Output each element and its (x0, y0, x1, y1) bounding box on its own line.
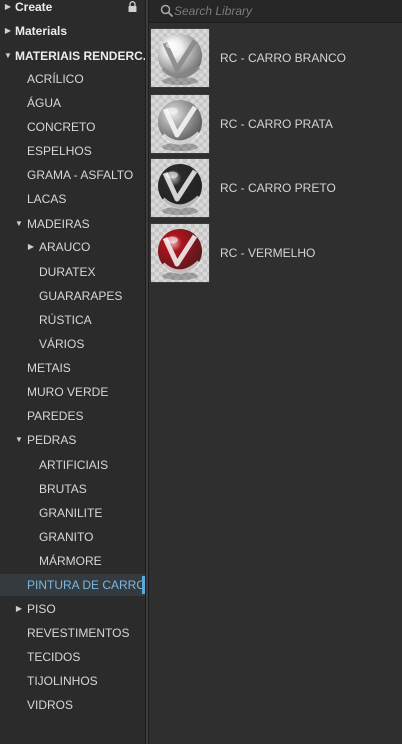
tree-item-label: CONCRETO (27, 120, 96, 134)
material-thumbnail[interactable] (150, 158, 210, 218)
tree-item-acrilico[interactable]: ACRÍLICO (0, 68, 145, 90)
material-name: RC - CARRO PRETO (220, 181, 336, 195)
tree-item-label: ARAUCO (39, 240, 91, 254)
search-icon (160, 4, 174, 18)
tree-item-label: BRUTAS (39, 482, 87, 496)
tree-item-label: GRANITO (39, 530, 94, 544)
material-item[interactable]: RC - CARRO BRANCO (149, 28, 402, 90)
tree-item-espelhos[interactable]: ESPELHOS (0, 140, 145, 162)
silver-car-paint-sphere-icon (151, 95, 209, 153)
tree-item-label: TIJOLINHOS (27, 674, 98, 688)
tree-item-rustica[interactable]: RÚSTICA (0, 309, 145, 331)
material-library-panel: RC - CARRO BRANCO RC - CARRO PRATA RC - CA… (149, 0, 402, 744)
tree-item-label: PEDRAS (27, 433, 77, 447)
material-name: RC - CARRO PRATA (220, 117, 333, 131)
tree-item-brutas[interactable]: BRUTAS (0, 478, 145, 500)
tree-item-label: ACRÍLICO (27, 72, 84, 86)
tree-item-guararapes[interactable]: GUARARAPES (0, 285, 145, 307)
tree-item-label: ESPELHOS (27, 144, 92, 158)
material-item[interactable]: RC - VERMELHO (149, 223, 402, 285)
lock-icon (128, 1, 137, 12)
black-car-paint-sphere-icon (151, 159, 209, 217)
tree-item-agua[interactable]: ÁGUA (0, 92, 145, 114)
tree-item-grama-asfalto[interactable]: GRAMA - ASFALTO (0, 164, 145, 186)
tree-item-pedras[interactable]: ▼ PEDRAS (0, 429, 145, 451)
material-item[interactable]: RC - CARRO PRETO (149, 158, 402, 220)
material-item[interactable]: RC - CARRO PRATA (149, 94, 402, 156)
search-input[interactable] (174, 2, 374, 20)
tree-item-granito[interactable]: GRANITO (0, 526, 145, 548)
tree-item-label: ÁGUA (27, 96, 62, 110)
expand-arrow-icon[interactable]: ▶ (3, 0, 13, 18)
tree-item-label: MÁRMORE (39, 554, 102, 568)
tree-item-label: MURO VERDE (27, 385, 109, 399)
tree-item-label: MATERIAIS RENDERC... (15, 49, 145, 63)
material-name: RC - VERMELHO (220, 246, 316, 260)
tree-item-label: REVESTIMENTOS (27, 626, 130, 640)
tree-item-paredes[interactable]: PAREDES (0, 405, 145, 427)
tree-item-label: PISO (27, 602, 56, 616)
tree-item-label: DURATEX (39, 265, 96, 279)
tree-item-revestimentos[interactable]: REVESTIMENTOS (0, 622, 145, 644)
white-car-paint-sphere-icon (151, 29, 209, 87)
tree-item-madeiras[interactable]: ▼ MADEIRAS (0, 213, 145, 235)
library-tree-panel: ▶ Create ▶ Materials ▼ MATERIAIS RENDERC... AC… (0, 0, 145, 744)
tree-item-marmore[interactable]: MÁRMORE (0, 550, 145, 572)
material-name: RC - CARRO BRANCO (220, 51, 347, 65)
tree-item-lacas[interactable]: LACAS (0, 188, 145, 210)
collapse-arrow-icon[interactable]: ▼ (14, 429, 24, 451)
tree-item-tecidos[interactable]: TECIDOS (0, 646, 145, 668)
tree-item-metais[interactable]: METAIS (0, 357, 145, 379)
tree-item-artificiais[interactable]: ARTIFICIAIS (0, 454, 145, 476)
tree-item-piso[interactable]: ▶ PISO (0, 598, 145, 620)
tree-item-muro-verde[interactable]: MURO VERDE (0, 381, 145, 403)
tree-item-label: GUARARAPES (39, 289, 123, 303)
tree-item-label: GRANILITE (39, 506, 103, 520)
tree-item-granilite[interactable]: GRANILITE (0, 502, 145, 524)
collapse-arrow-icon[interactable]: ▼ (3, 45, 13, 67)
tree-item-label: VIDROS (27, 698, 74, 712)
tree-item-label: ARTIFICIAIS (39, 458, 109, 472)
tree-item-label: Materials (15, 24, 68, 38)
tree-item-create[interactable]: ▶ Create (0, 0, 145, 18)
tree-item-label: PAREDES (27, 409, 84, 423)
tree-item-varios[interactable]: VÁRIOS (0, 333, 145, 355)
search-bar (149, 0, 402, 23)
tree-item-label: Create (15, 0, 53, 14)
tree-item-arauco[interactable]: ▶ ARAUCO (0, 236, 145, 258)
tree-item-materials[interactable]: ▶ Materials (0, 20, 145, 42)
tree-item-concreto[interactable]: CONCRETO (0, 116, 145, 138)
tree-item-label: TECIDOS (27, 650, 81, 664)
tree-item-label: VÁRIOS (39, 337, 85, 351)
tree-item-tijolinhos[interactable]: TIJOLINHOS (0, 670, 145, 692)
tree-item-label: PINTURA DE CARRO (27, 578, 145, 592)
tree-item-vidros[interactable]: VIDROS (0, 694, 145, 716)
material-thumbnail[interactable] (150, 94, 210, 154)
tree-item-duratex[interactable]: DURATEX (0, 261, 145, 283)
expand-arrow-icon[interactable]: ▶ (26, 236, 36, 258)
tree-item-label: GRAMA - ASFALTO (27, 168, 134, 182)
red-car-paint-sphere-icon (151, 224, 209, 282)
expand-arrow-icon[interactable]: ▶ (3, 20, 13, 42)
material-thumbnail[interactable] (150, 28, 210, 88)
tree-item-label: LACAS (27, 192, 67, 206)
tree-item-pintura-de-carro[interactable]: PINTURA DE CARRO (0, 574, 145, 596)
material-thumbnail[interactable] (150, 223, 210, 283)
tree-item-label: METAIS (27, 361, 71, 375)
expand-arrow-icon[interactable]: ▶ (14, 598, 24, 620)
tree-item-label: RÚSTICA (39, 313, 92, 327)
tree-item-materiais-renderc[interactable]: ▼ MATERIAIS RENDERC... (0, 45, 145, 67)
tree-item-label: MADEIRAS (27, 217, 90, 231)
collapse-arrow-icon[interactable]: ▼ (14, 213, 24, 235)
